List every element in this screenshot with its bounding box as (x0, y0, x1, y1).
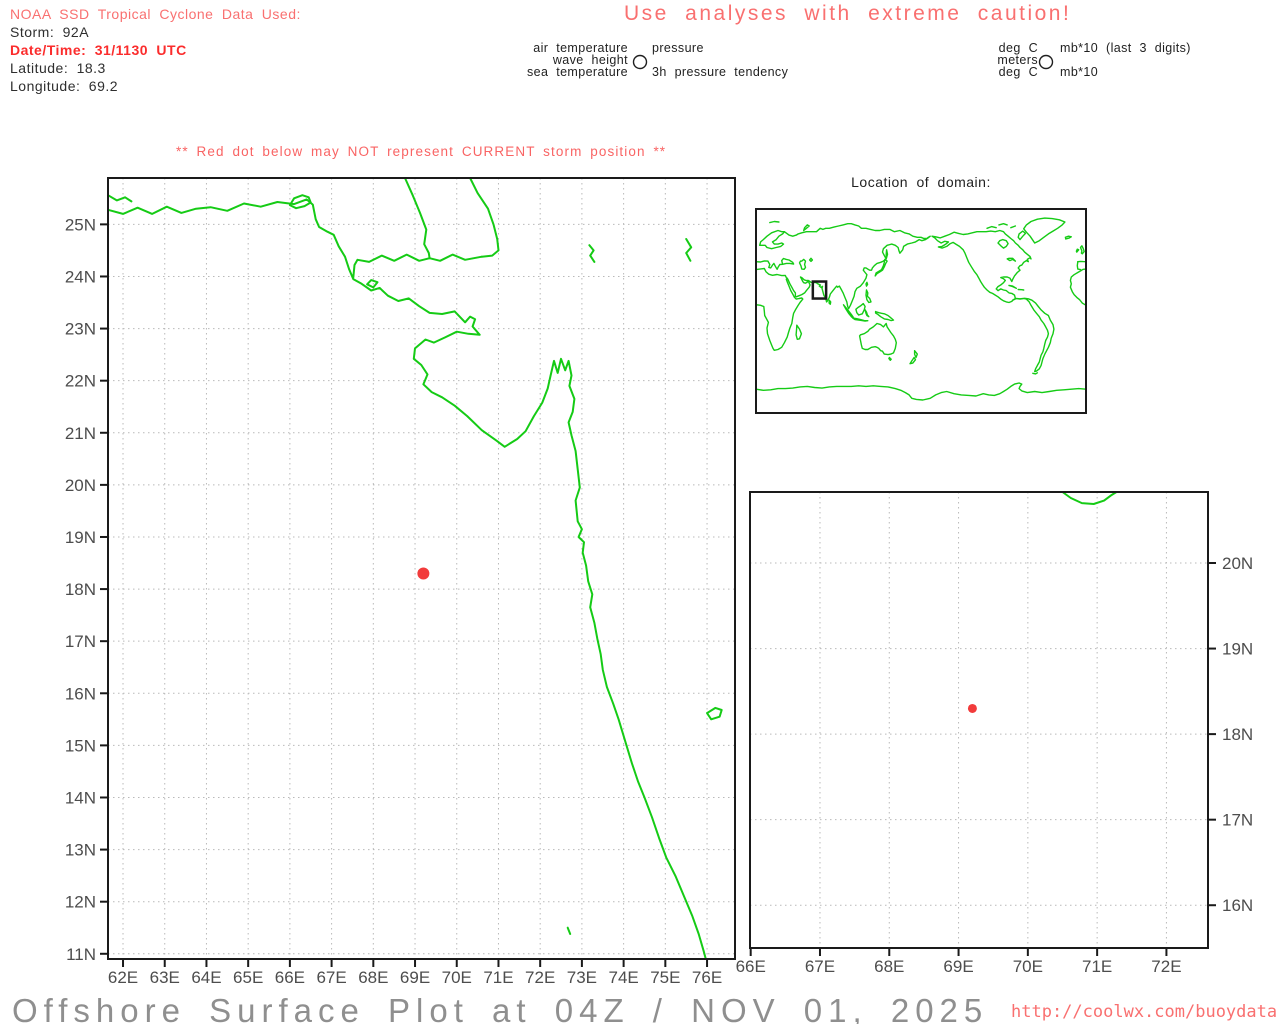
coastline-main_map (107, 194, 133, 203)
coastline-world_inset (858, 322, 897, 356)
x-tick-label-zoom_inset: 72E (1151, 957, 1181, 976)
x-tick-label-zoom_inset: 71E (1082, 957, 1112, 976)
coastline-world_inset (865, 281, 869, 287)
y-tick-label-main_map: 21N (65, 424, 96, 443)
y-tick-label-main_map: 13N (65, 841, 96, 860)
x-tick-label-main_map: 74E (608, 968, 638, 987)
coastline-world_inset (986, 225, 997, 230)
coastline-world_inset (1012, 297, 1055, 373)
coastline-world_inset (1069, 269, 1087, 306)
storm-position-dot-main_map (417, 567, 430, 580)
y-tick-label-main_map: 15N (65, 736, 96, 755)
coastline-world_inset (909, 356, 917, 365)
x-tick-label-zoom_inset: 70E (1013, 957, 1043, 976)
coastline-world_inset (852, 317, 869, 322)
coastline-world_inset (798, 258, 807, 270)
y-tick-label-zoom_inset: 20N (1222, 554, 1253, 573)
x-tick-label-zoom_inset: 67E (805, 957, 835, 976)
y-tick-label-main_map: 12N (65, 893, 96, 912)
coastline-zoom_inset (1061, 491, 1118, 505)
coastline-world_inset (865, 289, 872, 304)
coastline-main_map (588, 244, 596, 263)
coastline-world_inset (913, 350, 918, 359)
coastline-world_inset (998, 222, 1008, 226)
x-tick-label-main_map: 62E (108, 968, 138, 987)
coastline-world_inset (1032, 372, 1039, 375)
coastline-main_map (404, 177, 431, 260)
coastline-world_inset (1023, 217, 1066, 244)
coastline-world_inset (1017, 288, 1025, 291)
x-tick-label-main_map: 67E (316, 968, 346, 987)
coastline-world_inset (874, 310, 895, 322)
coastline-world_inset (1008, 284, 1017, 289)
x-tick-label-main_map: 63E (150, 968, 180, 987)
y-tick-label-zoom_inset: 17N (1222, 811, 1253, 830)
coastline-main_map (107, 198, 707, 960)
coastline-world_inset (931, 229, 1032, 304)
y-tick-label-main_map: 20N (65, 476, 96, 495)
coastline-main_map (706, 706, 723, 721)
coastline-world_inset (1010, 225, 1017, 229)
coastline-world_inset (1017, 230, 1027, 241)
y-tick-label-main_map: 24N (65, 267, 96, 286)
y-tick-label-main_map: 16N (65, 684, 96, 703)
coastline-world_inset (864, 309, 870, 318)
x-tick-label-main_map: 65E (233, 968, 263, 987)
coastline-world_inset (803, 224, 810, 232)
coastline-main_map (352, 253, 483, 279)
x-tick-label-main_map: 76E (692, 968, 722, 987)
coastline-main_map (685, 238, 693, 262)
source-url: http://coolwx.com/buoydata (1011, 1002, 1278, 1022)
coastline-world_inset (795, 324, 803, 340)
coastline-world_inset (759, 229, 786, 250)
y-tick-label-main_map: 11N (66, 945, 96, 964)
coastline-world_inset (1075, 248, 1080, 253)
y-tick-label-main_map: 19N (65, 528, 96, 547)
coastline-world_inset (885, 249, 889, 259)
map-border-zoom_inset (749, 491, 1209, 949)
y-tick-label-main_map: 18N (65, 580, 96, 599)
y-tick-label-main_map: 23N (65, 320, 96, 339)
coastline-world_inset (997, 238, 1009, 249)
y-tick-label-main_map: 14N (65, 788, 96, 807)
coastline-world_inset (855, 302, 866, 316)
x-tick-label-main_map: 75E (650, 968, 680, 987)
x-tick-label-zoom_inset: 66E (736, 957, 766, 976)
x-tick-label-main_map: 72E (525, 968, 555, 987)
coastline-world_inset (1064, 235, 1073, 240)
x-tick-label-main_map: 66E (275, 968, 305, 987)
coastline-main_map (366, 279, 379, 289)
x-tick-label-main_map: 64E (191, 968, 221, 987)
coastline-world_inset (1006, 257, 1017, 262)
coastline-world_inset (755, 257, 795, 270)
plot-title: Offshore Surface Plot at 04Z / NOV 01, 2… (12, 992, 989, 1024)
x-tick-label-main_map: 68E (358, 968, 388, 987)
y-tick-label-zoom_inset: 19N (1222, 640, 1253, 659)
coastline-world_inset (755, 382, 1087, 401)
coastline-world_inset (1076, 261, 1082, 271)
maps-plot-area: 62E 63E 64E 65E 66E 67E 68E 69E 70E 71E 72E 73E 74E 7… (65, 177, 1253, 987)
coastline-world_inset (828, 299, 832, 305)
x-tick-label-main_map: 71E (483, 968, 513, 987)
coastline-main_map (469, 177, 500, 258)
x-tick-label-main_map: 70E (442, 968, 472, 987)
x-tick-label-zoom_inset: 68E (874, 957, 904, 976)
x-tick-label-main_map: 73E (567, 968, 597, 987)
offshore-surface-plot-page: NOAA SSD Tropical Cyclone Data Used: Sto… (0, 0, 1280, 1024)
coastline-world_inset (808, 257, 814, 263)
x-tick-label-main_map: 69E (400, 968, 430, 987)
storm-position-dot-zoom_inset (967, 703, 977, 713)
coastline-world_inset (1079, 245, 1085, 255)
y-tick-label-zoom_inset: 18N (1222, 725, 1253, 744)
coastline-world_inset (769, 220, 780, 224)
coastline-world_inset (888, 356, 892, 361)
x-tick-label-zoom_inset: 69E (943, 957, 973, 976)
y-tick-label-main_map: 22N (65, 372, 96, 391)
y-tick-label-zoom_inset: 16N (1222, 896, 1253, 915)
coastline-main_map (566, 926, 572, 935)
y-tick-label-main_map: 25N (65, 215, 96, 234)
y-tick-label-main_map: 17N (65, 632, 96, 651)
coastline-world_inset (755, 267, 787, 279)
